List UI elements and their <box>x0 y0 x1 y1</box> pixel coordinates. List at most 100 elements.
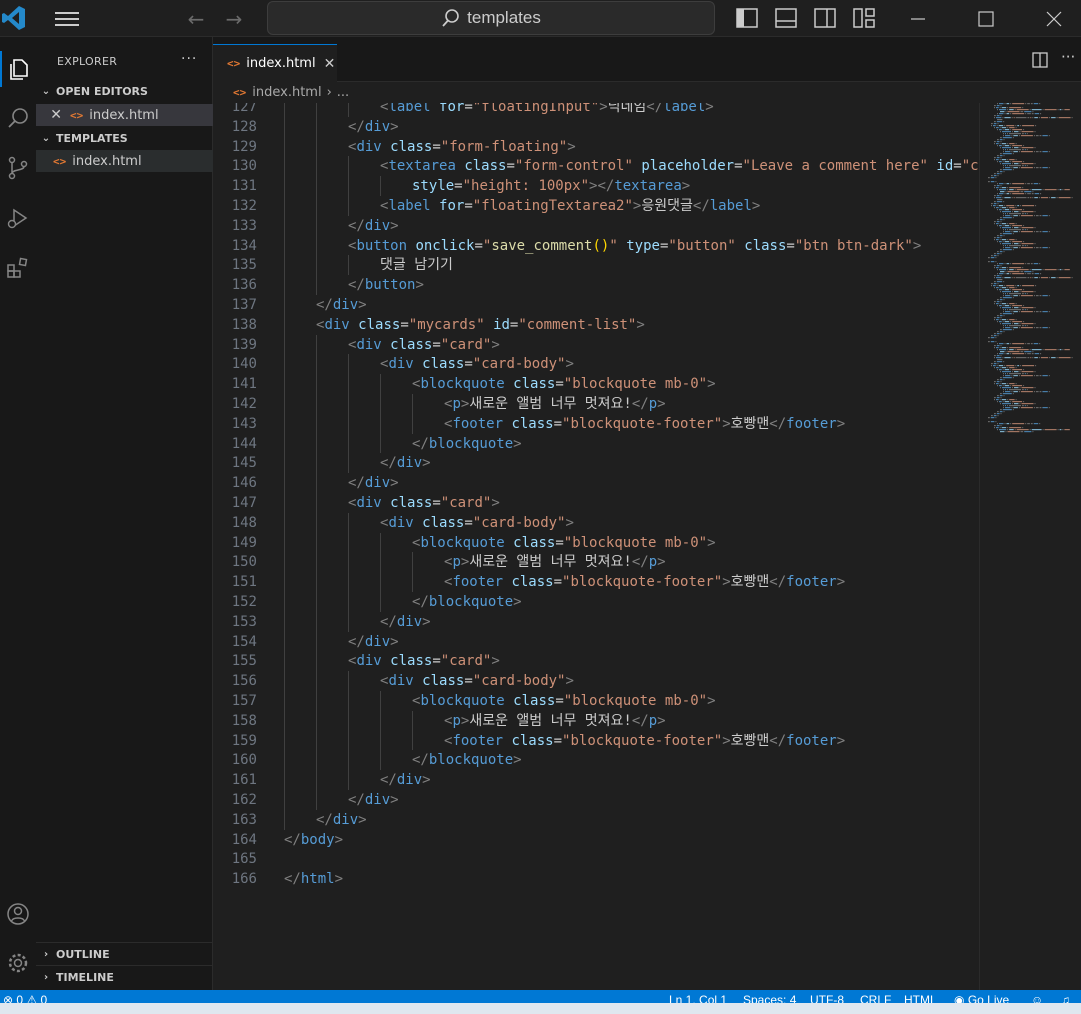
code-line[interactable]: 154 </div> <box>213 632 979 652</box>
minimap-line <box>1014 323 1019 325</box>
indent-guide <box>284 354 285 375</box>
code-line[interactable]: 140 <div class="card-body"> <box>213 354 979 374</box>
code-line[interactable]: 131 style="height: 100px"></textarea> <box>213 176 979 196</box>
code-line[interactable]: 136 </button> <box>213 275 979 295</box>
minimap-line <box>1024 133 1026 135</box>
code-line[interactable]: 152 </blockquote> <box>213 592 979 612</box>
title-bar: ← → templates <box>0 0 1081 37</box>
manage-activity[interactable] <box>0 945 36 981</box>
minimap-line <box>1004 209 1010 211</box>
code-line[interactable]: 147 <div class="card"> <box>213 493 979 513</box>
code-line[interactable]: 146 </div> <box>213 473 979 493</box>
code-line[interactable]: 163 </div> <box>213 810 979 830</box>
code-line[interactable]: 130 <textarea class="form-control" placeh… <box>213 156 979 176</box>
forward-button[interactable]: → <box>222 8 246 30</box>
code-line[interactable]: 165 <box>213 849 979 869</box>
code-line[interactable]: 164 </body> <box>213 830 979 850</box>
code-line[interactable]: 135 댓글 남기기 <box>213 255 979 275</box>
run-debug-activity[interactable] <box>0 200 36 236</box>
hamburger-menu-icon[interactable] <box>54 9 80 29</box>
code-line[interactable]: 139 <div class="card"> <box>213 335 979 355</box>
command-center-search[interactable]: templates <box>267 1 715 35</box>
outline-section[interactable]: › OUTLINE <box>36 943 213 965</box>
code-line[interactable]: 137 </div> <box>213 295 979 315</box>
code-line[interactable]: 149 <blockquote class="blockquote mb-0"> <box>213 533 979 553</box>
minimap-line <box>1018 167 1020 169</box>
search-activity[interactable] <box>0 100 36 136</box>
toggle-primary-sidebar-icon[interactable] <box>736 8 758 28</box>
code-line[interactable]: 159 <footer class="blockquote-footer">호빵맨… <box>213 731 979 751</box>
back-button[interactable]: ← <box>184 8 208 30</box>
code-line[interactable]: 158 <p>새로운 앨범 너무 멋져요!</p> <box>213 711 979 731</box>
code-line[interactable]: 127 <label for="floatingInput">닉네임</label… <box>213 103 979 117</box>
file-tree-item[interactable]: <> index.html <box>36 150 213 172</box>
source-control-activity[interactable] <box>0 150 36 186</box>
minimap-line <box>1049 197 1051 199</box>
split-editor-icon[interactable] <box>1032 52 1048 68</box>
minimap-line <box>1033 407 1035 409</box>
close-icon[interactable]: ✕ <box>36 107 70 123</box>
minimap-line <box>997 289 998 291</box>
code-line[interactable]: 160 </blockquote> <box>213 750 979 770</box>
maximize-icon[interactable] <box>976 9 996 29</box>
open-editors-section[interactable]: ⌄ OPEN EDITORS <box>36 80 213 102</box>
code-line[interactable]: 142 <p>새로운 앨범 너무 멋져요!</p> <box>213 394 979 414</box>
code-editor[interactable]: 127 <label for="floatingInput">닉네임</label… <box>213 103 979 990</box>
code-line[interactable]: 134 <button onclick="save_comment()" type… <box>213 236 979 256</box>
minimap-line <box>1042 429 1044 431</box>
breadcrumb-file[interactable]: index.html <box>252 85 321 100</box>
close-tab-icon[interactable]: ✕ <box>324 56 336 72</box>
minimap[interactable] <box>979 103 1081 990</box>
code-line[interactable]: 162 </div> <box>213 790 979 810</box>
minimap-line <box>1002 227 1011 229</box>
code-line[interactable]: 129 <div class="form-floating"> <box>213 137 979 157</box>
minimize-icon[interactable] <box>908 9 928 29</box>
line-number: 144 <box>231 435 257 452</box>
more-actions-button[interactable]: ··· <box>181 51 197 67</box>
customize-layout-icon[interactable] <box>853 8 875 28</box>
minimap-line <box>1007 349 1009 351</box>
minimap-line <box>1013 295 1018 297</box>
tab-index-html[interactable]: <> index.html ✕ <box>213 44 337 82</box>
code-line[interactable]: 166 </html> <box>213 869 979 889</box>
code-line[interactable]: 150 <p>새로운 앨범 너무 멋져요!</p> <box>213 552 979 572</box>
code-line[interactable]: 157 <blockquote class="blockquote mb-0"> <box>213 691 979 711</box>
code-line[interactable]: 141 <blockquote class="blockquote mb-0"> <box>213 374 979 394</box>
code-line[interactable]: 138 <div class="mycards" id="comment-list… <box>213 315 979 335</box>
minimap-line <box>1010 369 1012 371</box>
code-line[interactable]: 143 <footer class="blockquote-footer">호빵맨… <box>213 414 979 434</box>
code-line[interactable]: 155 <div class="card"> <box>213 651 979 671</box>
more-actions-icon[interactable]: ··· <box>1061 48 1075 66</box>
code-line[interactable]: 145 </div> <box>213 453 979 473</box>
minimap-line <box>994 399 995 401</box>
minimap-line <box>1034 117 1038 119</box>
minimap-line <box>1011 391 1013 393</box>
close-window-icon[interactable] <box>1044 9 1064 29</box>
code-line[interactable]: 144 </blockquote> <box>213 434 979 454</box>
toggle-panel-icon[interactable] <box>775 8 797 28</box>
code-line[interactable]: 133 </div> <box>213 216 979 236</box>
open-editor-item[interactable]: ✕ <> index.html <box>36 104 213 126</box>
code-line[interactable]: 128 </div> <box>213 117 979 137</box>
breadcrumb-tail[interactable]: ... <box>337 85 349 100</box>
minimap-line <box>997 269 998 271</box>
minimap-line <box>994 397 996 399</box>
code-text: <div class="card"> <box>348 336 500 353</box>
minimap-line <box>1004 353 1006 355</box>
code-line[interactable]: 156 <div class="card-body"> <box>213 671 979 691</box>
minimap-line <box>1016 109 1029 111</box>
minimap-line <box>997 335 999 337</box>
accounts-activity[interactable] <box>0 896 36 932</box>
timeline-section[interactable]: › TIMELINE <box>36 966 213 988</box>
code-line[interactable]: 151 <footer class="blockquote-footer">호빵맨… <box>213 572 979 592</box>
explorer-activity[interactable] <box>0 51 36 87</box>
templates-folder-section[interactable]: ⌄ TEMPLATES <box>36 127 213 149</box>
code-line[interactable]: 153 </div> <box>213 612 979 632</box>
indent-guide <box>380 750 381 771</box>
toggle-secondary-sidebar-icon[interactable] <box>814 8 836 28</box>
code-line[interactable]: 132 <label for="floatingTextarea2">응원댓글</… <box>213 196 979 216</box>
minimap-line <box>1002 321 1004 323</box>
code-line[interactable]: 161 </div> <box>213 770 979 790</box>
code-line[interactable]: 148 <div class="card-body"> <box>213 513 979 533</box>
extensions-activity[interactable] <box>0 250 36 286</box>
